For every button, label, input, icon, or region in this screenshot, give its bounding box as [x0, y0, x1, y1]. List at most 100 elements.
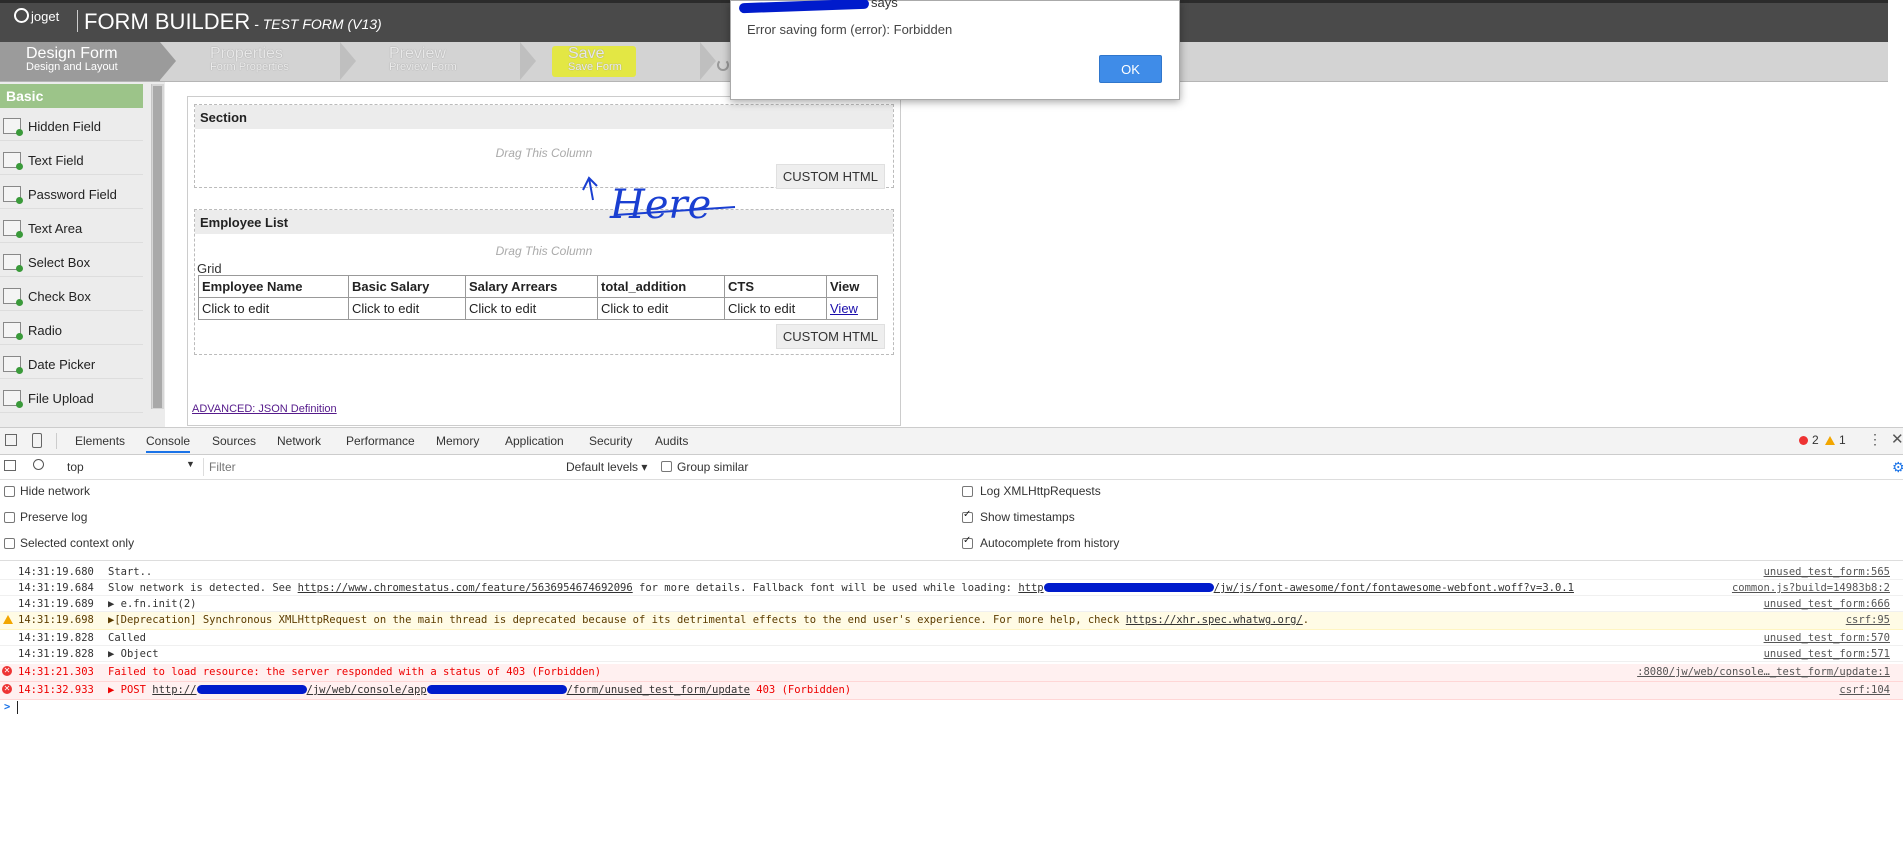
grid-cell[interactable]: Click to edit: [348, 297, 466, 320]
hide-network-label: Hide network: [20, 484, 91, 498]
json-definition-link[interactable]: ADVANCED: JSON Definition: [192, 403, 337, 415]
joget-logo[interactable]: joget: [14, 8, 59, 24]
grid-cell[interactable]: Click to edit: [597, 297, 725, 320]
tab-application[interactable]: Application: [505, 434, 564, 448]
palette-item-label: Check Box: [28, 289, 91, 304]
console-error: ✕ 14:31:21.303 Failed to load resource: …: [0, 664, 1903, 682]
custom-html-element[interactable]: CUSTOM HTML: [775, 324, 885, 349]
warning-count[interactable]: 1: [1839, 433, 1846, 447]
grid-label: Grid: [197, 261, 222, 276]
ok-button[interactable]: OK: [1099, 55, 1162, 83]
console-warning: 14:31:19.698 ▶[Deprecation] Synchronous …: [0, 612, 1903, 630]
log-text: Failed to load resource: the server resp…: [108, 666, 602, 678]
preserve-log-checkbox[interactable]: [4, 512, 15, 523]
tab-network[interactable]: Network: [277, 434, 321, 448]
tab-elements[interactable]: Elements: [75, 434, 125, 448]
palette-item-text-field[interactable]: Text Field: [0, 147, 143, 175]
log-timestamp: 14:31:32.933: [18, 684, 94, 696]
log-source-link[interactable]: common.js?build=14983b8:2: [1732, 582, 1890, 594]
form-section[interactable]: Section Drag This Column CUSTOM HTML: [194, 104, 894, 189]
palette-item-text-area[interactable]: Text Area: [0, 215, 143, 243]
log-url-link[interactable]: http://: [152, 684, 196, 696]
form-section-employee-list[interactable]: Employee List Drag This Column Grid Empl…: [194, 209, 894, 355]
custom-html-element[interactable]: CUSTOM HTML: [775, 164, 885, 189]
log-text: Slow network is detected. See https://ww…: [108, 582, 1574, 594]
select-box-icon: [3, 254, 23, 272]
log-url-link[interactable]: /jw/js/font-awesome/font/fontawesome-web…: [1214, 582, 1574, 594]
view-link[interactable]: View: [830, 301, 858, 316]
log-source-link[interactable]: unused_test_form:565: [1764, 566, 1890, 578]
palette-category-basic[interactable]: Basic: [0, 84, 143, 108]
step-properties[interactable]: Properties Form Properties: [178, 42, 338, 81]
hide-network-checkbox[interactable]: [4, 486, 15, 497]
console-prompt[interactable]: >: [0, 700, 1903, 716]
tab-audits[interactable]: Audits: [655, 434, 688, 448]
log-text-part: 403 (Forbidden): [749, 684, 852, 696]
tab-performance[interactable]: Performance: [346, 434, 415, 448]
tab-memory[interactable]: Memory: [436, 434, 479, 448]
more-options-icon[interactable]: ⋮: [1868, 431, 1882, 448]
palette-item-file-upload[interactable]: File Upload: [0, 385, 143, 413]
palette-item-date-picker[interactable]: Date Picker: [0, 351, 143, 379]
log-url-link[interactable]: /form/unused_test_form/update: [567, 684, 750, 696]
tab-security[interactable]: Security: [589, 434, 632, 448]
palette-item-label: Password Field: [28, 187, 117, 202]
palette-item-select-box[interactable]: Select Box: [0, 249, 143, 277]
log-url-link[interactable]: /jw/web/console/app: [307, 684, 427, 696]
step-chevron: [520, 42, 536, 80]
sidebar-toggle-icon[interactable]: [4, 460, 16, 471]
tab-sources[interactable]: Sources: [212, 434, 256, 448]
group-similar-label: Group similar: [677, 460, 749, 474]
log-text-part: for more details. Fallback font will be …: [632, 582, 1019, 594]
log-text[interactable]: ▶ e.fn.init(2): [108, 598, 197, 610]
log-url-link[interactable]: http: [1018, 582, 1043, 594]
group-similar-checkbox[interactable]: [661, 461, 672, 472]
palette-item-check-box[interactable]: Check Box: [0, 283, 143, 311]
step-save[interactable]: Save Save Form: [538, 42, 698, 81]
log-text[interactable]: ▶ Object: [108, 648, 159, 660]
context-dropdown-icon[interactable]: ▼: [186, 459, 195, 469]
log-source-link[interactable]: csrf:104: [1839, 684, 1890, 696]
grid-cell[interactable]: Click to edit: [465, 297, 598, 320]
log-text: Called: [108, 632, 146, 644]
date-picker-icon: [3, 356, 23, 374]
log-timestamp: 14:31:19.684: [18, 582, 94, 594]
log-source-link[interactable]: csrf:95: [1846, 614, 1890, 626]
log-source-link[interactable]: unused_test_form:570: [1764, 632, 1890, 644]
grid-table[interactable]: Employee Name Basic Salary Salary Arrear…: [198, 275, 878, 320]
log-source-link[interactable]: :8080/jw/web/console…_test_form/update:1: [1637, 666, 1890, 678]
log-xhr-label: Log XMLHttpRequests: [980, 484, 1101, 498]
step-preview[interactable]: Preview Preview Form: [358, 42, 518, 81]
refresh-icon[interactable]: [717, 59, 729, 71]
palette-scrollbar-thumb[interactable]: [153, 86, 162, 408]
clear-console-icon[interactable]: [33, 459, 44, 470]
log-levels-dropdown[interactable]: Default levels ▾: [566, 460, 647, 474]
step-subtitle: Design and Layout: [26, 61, 118, 73]
close-devtools-icon[interactable]: ✕: [1891, 430, 1903, 448]
log-url-link[interactable]: https://xhr.spec.whatwg.org/: [1126, 614, 1303, 626]
password-field-icon: [3, 186, 23, 204]
device-toolbar-icon[interactable]: [32, 433, 42, 448]
console-settings-gear-icon[interactable]: ⚙: [1892, 459, 1903, 476]
inspect-element-icon[interactable]: [5, 434, 17, 446]
console-filter-input[interactable]: [207, 457, 561, 477]
palette-item-hidden-field[interactable]: Hidden Field: [0, 113, 143, 141]
palette-item-radio[interactable]: Radio: [0, 317, 143, 345]
grid-cell[interactable]: Click to edit: [724, 297, 827, 320]
selected-context-checkbox[interactable]: [4, 538, 15, 549]
tab-console[interactable]: Console: [146, 434, 191, 453]
error-count[interactable]: 2: [1812, 433, 1819, 447]
log-url-link[interactable]: https://www.chromestatus.com/feature/563…: [298, 582, 633, 594]
palette-item-password-field[interactable]: Password Field: [0, 181, 143, 209]
log-xhr-checkbox[interactable]: [962, 486, 973, 497]
log-text-part: Slow network is detected. See: [108, 582, 298, 594]
console-error: ✕ 14:31:32.933 ▶ POST http:// /jw/web/con…: [0, 682, 1903, 700]
log-source-link[interactable]: unused_test_form:571: [1764, 648, 1890, 660]
autocomplete-history-checkbox[interactable]: [962, 535, 973, 549]
show-timestamps-checkbox[interactable]: [962, 509, 973, 523]
text-field-icon: [3, 152, 23, 170]
context-selector[interactable]: top: [67, 460, 84, 474]
log-source-link[interactable]: unused_test_form:666: [1764, 598, 1890, 610]
step-design-form[interactable]: Design Form Design and Layout: [0, 42, 160, 81]
grid-cell[interactable]: Click to edit: [198, 297, 349, 320]
